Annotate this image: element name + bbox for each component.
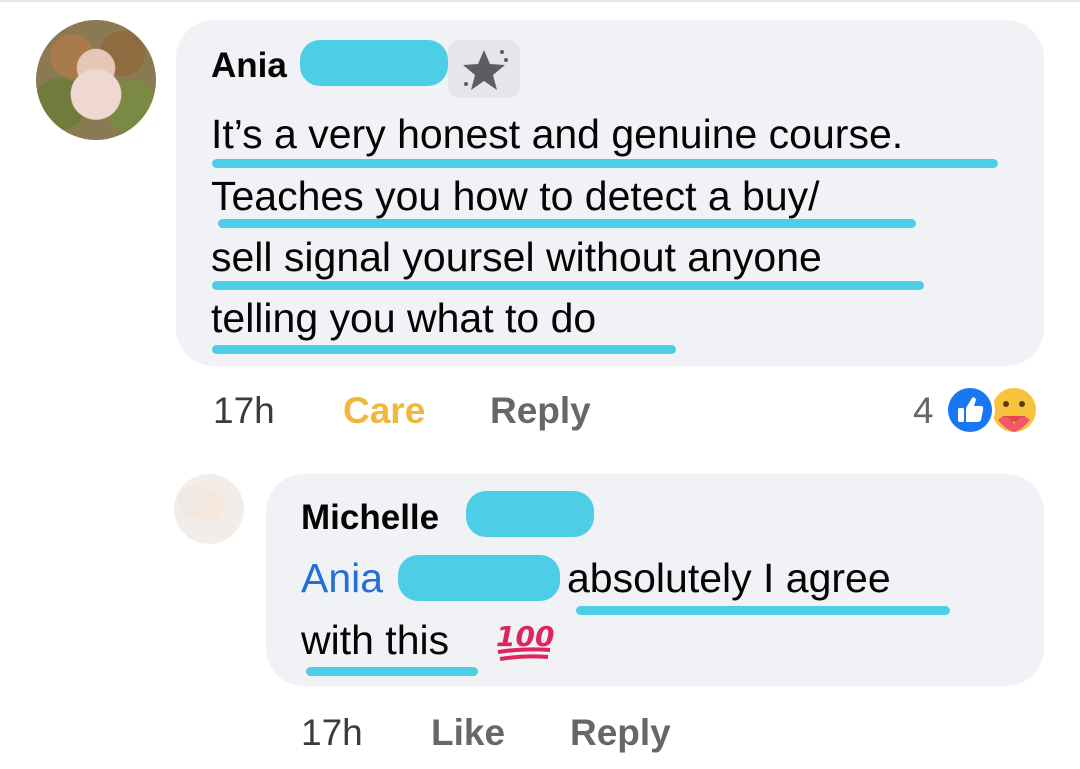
comment-reply-button[interactable]: Reply — [490, 390, 591, 432]
reaction-count[interactable]: 4 — [913, 390, 934, 432]
like-icon — [945, 385, 995, 435]
highlight-underline-5 — [576, 606, 950, 615]
reactions-summary[interactable] — [944, 384, 1039, 436]
top-divider — [0, 0, 1080, 2]
avatar-michelle[interactable] — [174, 474, 244, 544]
redacted-mention-surname — [398, 555, 560, 601]
reply-text-line-2: with this — [301, 617, 450, 663]
highlight-underline-3 — [212, 281, 924, 290]
highlight-underline-2 — [218, 219, 916, 228]
top-fan-badge[interactable] — [448, 40, 520, 98]
reply-text-line-1: absolutely I agree — [567, 555, 891, 601]
care-icon — [989, 385, 1039, 435]
care-reaction-button[interactable]: Care — [343, 390, 425, 432]
comment-text-line-3: sell signal yoursel without anyone — [211, 234, 822, 280]
highlight-underline-6 — [306, 667, 478, 676]
reply-reply-button[interactable]: Reply — [570, 712, 671, 754]
comment-author-name[interactable]: Ania — [211, 46, 287, 86]
like-button[interactable]: Like — [431, 712, 505, 754]
redacted-surname — [466, 491, 594, 537]
reply-author-name[interactable]: Michelle — [301, 498, 439, 538]
mention-link[interactable]: Ania — [301, 554, 383, 602]
reply-timestamp[interactable]: 17h — [301, 712, 363, 754]
comment-text-line-1: It’s a very honest and genuine course. — [211, 111, 904, 157]
comment-text-line-4: telling you what to do — [211, 295, 597, 341]
comment-timestamp[interactable]: 17h — [213, 390, 275, 432]
redacted-surname — [300, 40, 448, 86]
comment-text-line-2: Teaches you how to detect a buy/ — [211, 173, 820, 219]
highlight-underline-1 — [212, 159, 998, 168]
hundred-points-icon: 100 — [496, 620, 554, 661]
avatar-ania[interactable] — [36, 20, 156, 140]
star-badge-icon — [463, 50, 508, 90]
highlight-underline-4 — [212, 345, 676, 354]
